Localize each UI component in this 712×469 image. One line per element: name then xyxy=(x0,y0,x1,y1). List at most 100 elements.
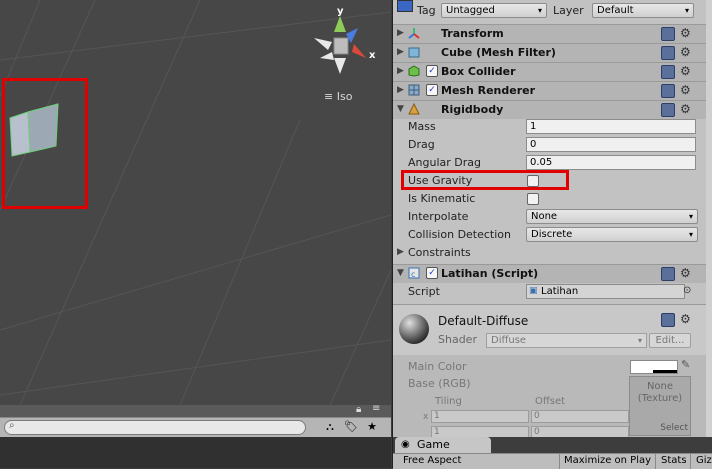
scene-view[interactable]: y x ≡ Iso xyxy=(0,0,391,405)
texture-slot[interactable]: None (Texture) Select xyxy=(629,376,691,436)
help-book-icon[interactable] xyxy=(661,313,675,327)
tag-icon: 🏷︎ xyxy=(344,420,358,433)
offset-y-field[interactable]: 0 xyxy=(531,426,629,437)
main-color-swatch[interactable] xyxy=(630,360,678,374)
interpolate-dropdown[interactable]: None ▾ xyxy=(526,209,698,224)
angular-drag-label: Angular Drag xyxy=(408,156,481,169)
shader-value: Diffuse xyxy=(491,335,527,346)
tiling-y-field[interactable]: 1 xyxy=(431,426,529,437)
expand-arrow-icon: ▶ xyxy=(397,66,404,76)
interpolate-row: Interpolate None ▾ xyxy=(393,208,712,226)
tab-game[interactable]: ◉ Game xyxy=(395,437,491,453)
help-book-icon[interactable] xyxy=(661,103,675,117)
star-icon: ★ xyxy=(367,420,377,433)
filter-label-button[interactable]: 🏷︎ xyxy=(341,419,361,435)
aspect-dropdown[interactable]: Free Aspect xyxy=(403,455,461,466)
box-collider-icon xyxy=(408,65,420,77)
help-book-icon[interactable] xyxy=(661,84,675,98)
game-tab-label: Game xyxy=(417,438,450,451)
script-header[interactable]: ▼ c ✓ Latihan (Script) ⚙ xyxy=(393,264,712,283)
rigidbody-icon xyxy=(408,103,420,115)
script-field[interactable]: ▣ Latihan xyxy=(526,284,685,299)
tag-dropdown[interactable]: Untagged ▾ xyxy=(441,3,547,18)
texture-select-button[interactable]: Select xyxy=(660,422,688,434)
main-color-label: Main Color xyxy=(408,360,467,373)
help-book-icon[interactable] xyxy=(661,27,675,41)
rigidbody-header[interactable]: ▼ Rigidbody ⚙ xyxy=(393,100,712,119)
chevron-down-icon: ▾ xyxy=(537,6,542,15)
project-search-input[interactable]: ⌕ xyxy=(4,420,306,435)
gear-icon[interactable]: ⚙ xyxy=(680,46,692,58)
gear-icon[interactable]: ⚙ xyxy=(680,103,692,115)
shader-dropdown[interactable]: Diffuse ▾ xyxy=(486,333,647,348)
tiling-x-field[interactable]: 1 xyxy=(431,410,529,423)
collision-detection-dropdown[interactable]: Discrete ▾ xyxy=(526,227,698,242)
toolbar-separator xyxy=(690,454,691,469)
game-controller-icon: ◉ xyxy=(401,439,410,450)
project-bottom-area xyxy=(0,437,391,468)
mesh-filter-title: Cube (Mesh Filter) xyxy=(441,46,556,59)
mesh-filter-icon xyxy=(408,47,420,58)
texture-type-label: (Texture) xyxy=(637,393,683,404)
gear-icon[interactable]: ⚙ xyxy=(680,65,692,77)
gear-icon[interactable]: ⚙ xyxy=(680,267,692,279)
material-section: Default-Diffuse Shader Diffuse ▾ Edit...… xyxy=(393,304,712,355)
filter-type-button[interactable]: ⛬ xyxy=(320,419,340,435)
drag-row: Drag 0 xyxy=(393,136,712,154)
script-label: Script xyxy=(408,285,440,298)
lock-icon[interactable]: 🔒︎ xyxy=(356,404,361,415)
object-picker-icon[interactable]: ⊙ xyxy=(683,285,691,296)
gear-icon[interactable]: ⚙ xyxy=(680,27,692,39)
project-toolbar: 🔒︎ ≡ xyxy=(0,403,391,417)
panel-menu-icon[interactable]: ≡ xyxy=(372,403,380,414)
chevron-down-icon: ▾ xyxy=(684,6,689,15)
edit-shader-button[interactable]: Edit... xyxy=(649,333,691,348)
collision-detection-label: Collision Detection xyxy=(408,228,512,241)
script-enabled-checkbox[interactable]: ✓ xyxy=(426,267,438,279)
gear-icon[interactable]: ⚙ xyxy=(680,84,692,96)
mass-label: Mass xyxy=(408,120,436,133)
layer-dropdown[interactable]: Default ▾ xyxy=(592,3,694,18)
filter-icon: ⛬ xyxy=(326,420,334,433)
inspector-panel: Tag Untagged ▾ Layer Default ▾ ▶ Transfo… xyxy=(392,0,712,437)
drag-label: Drag xyxy=(408,138,435,151)
mesh-renderer-header[interactable]: ▶ ✓ Mesh Renderer ⚙ xyxy=(393,81,712,100)
mass-field[interactable]: 1 xyxy=(526,119,696,134)
box-collider-enabled-checkbox[interactable]: ✓ xyxy=(426,65,438,77)
mesh-renderer-enabled-checkbox[interactable]: ✓ xyxy=(426,84,438,96)
help-book-icon[interactable] xyxy=(661,267,675,281)
transform-header[interactable]: ▶ Transform ⚙ xyxy=(393,24,712,43)
collapse-arrow-icon: ▼ xyxy=(397,104,404,114)
mesh-renderer-icon xyxy=(408,84,420,96)
box-collider-title: Box Collider xyxy=(441,65,516,78)
angular-drag-field[interactable]: 0.05 xyxy=(526,155,696,170)
is-kinematic-checkbox[interactable] xyxy=(527,193,539,205)
expand-arrow-icon: ▶ xyxy=(397,47,404,57)
gameobject-icon xyxy=(397,0,413,12)
favorites-button[interactable]: ★ xyxy=(362,419,382,435)
inspector-scrollbar[interactable] xyxy=(706,0,712,437)
mesh-filter-header[interactable]: ▶ Cube (Mesh Filter) ⚙ xyxy=(393,43,712,62)
help-book-icon[interactable] xyxy=(661,46,675,60)
tiling-label: Tiling xyxy=(435,396,462,407)
cube-highlight-box xyxy=(2,78,88,209)
gear-icon[interactable]: ⚙ xyxy=(680,313,692,325)
chevron-down-icon: ▾ xyxy=(637,336,642,345)
stats-toggle[interactable]: Stats xyxy=(661,455,687,466)
help-book-icon[interactable] xyxy=(661,65,675,79)
gizmos-toggle[interactable]: Giz xyxy=(696,455,712,466)
drag-field[interactable]: 0 xyxy=(526,137,696,152)
projection-toggle[interactable]: ≡ Iso xyxy=(324,90,352,103)
box-collider-header[interactable]: ▶ ✓ Box Collider ⚙ xyxy=(393,62,712,81)
maximize-on-play-toggle[interactable]: Maximize on Play xyxy=(564,455,651,466)
constraints-label: Constraints xyxy=(408,246,471,259)
iso-icon: ≡ xyxy=(324,90,334,103)
chevron-down-icon: ▾ xyxy=(688,212,693,221)
constraints-row[interactable]: ▶ Constraints xyxy=(393,244,712,262)
orientation-gizmo[interactable]: y x xyxy=(306,6,386,80)
script-value: Latihan xyxy=(541,286,579,297)
search-icon: ⌕ xyxy=(9,420,15,431)
eyedropper-icon[interactable]: ✎ xyxy=(681,358,690,371)
offset-x-field[interactable]: 0 xyxy=(531,410,629,423)
is-kinematic-row: Is Kinematic xyxy=(393,190,712,208)
